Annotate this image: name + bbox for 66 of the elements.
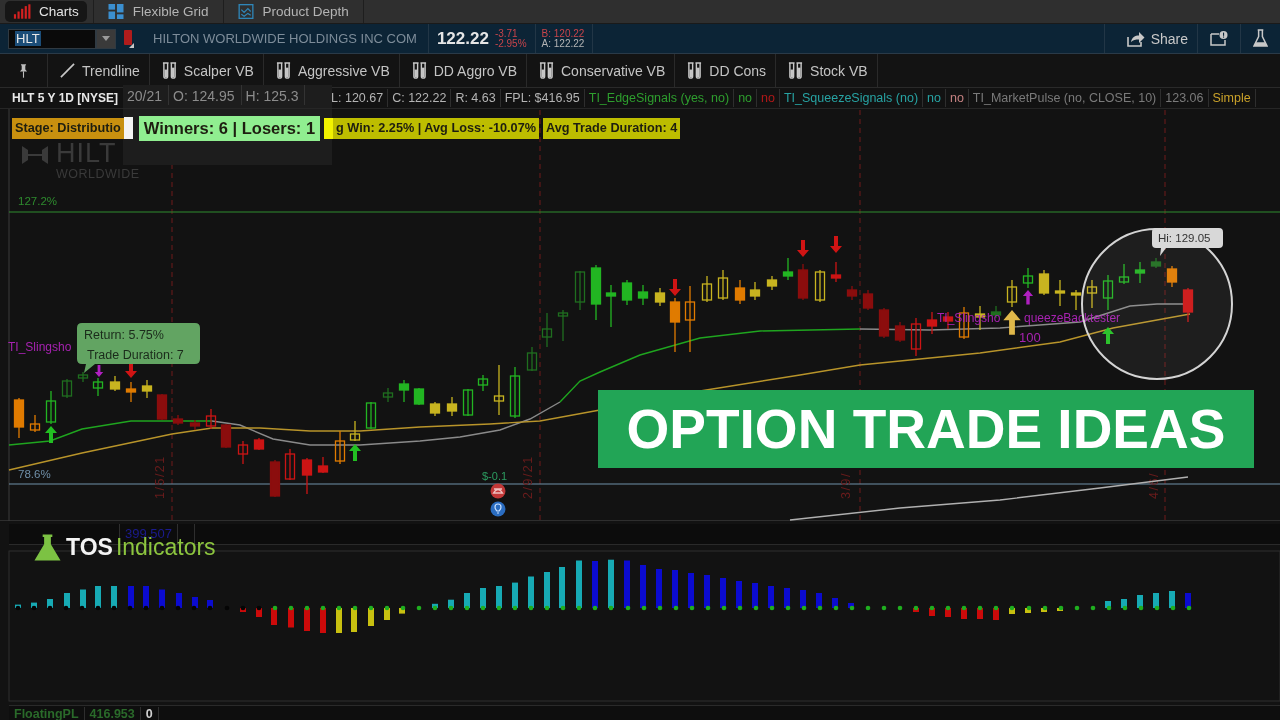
company-name: HILTON WORLDWIDE HOLDINGS INC COM <box>153 31 417 46</box>
study-value: Simple <box>1208 89 1256 107</box>
tab[interactable]: Flexible Grid <box>98 1 217 22</box>
test-tubes-icon <box>161 61 177 80</box>
bid-price: B: 120.22 <box>541 28 585 39</box>
flask-icon <box>1253 29 1268 48</box>
brand-name: TOS <box>66 534 113 561</box>
chart-title: HLT 5 Y 1D [NYSE] <box>11 90 120 107</box>
footer-value: 416.953 <box>84 707 141 720</box>
high-price-label: Hi: 129.05 <box>1152 228 1223 256</box>
study-button[interactable]: DD Aggro VB <box>399 54 527 87</box>
study-value: 123.06 <box>1161 89 1209 107</box>
company-mark-icon <box>20 144 50 166</box>
symbol-field[interactable]: HLT <box>8 28 96 49</box>
test-tubes-icon <box>687 61 703 80</box>
flask-icon <box>34 534 61 561</box>
grid-icon <box>106 4 125 19</box>
study-value: no <box>757 89 780 107</box>
study-value: no <box>923 89 946 107</box>
test-tubes-icon <box>411 61 427 80</box>
bar-chart-icon <box>13 4 31 19</box>
study-value: C: 122.22 <box>388 89 452 107</box>
ask-price: A: 122.22 <box>541 38 585 49</box>
line-icon <box>60 63 75 78</box>
study-label-tag: Avg Trade Duration: 4 <box>543 117 681 139</box>
dropdown-button[interactable] <box>96 28 116 49</box>
share-icon <box>1126 30 1145 47</box>
level-label: 127.2% <box>18 195 57 207</box>
tab[interactable]: Charts <box>5 1 87 22</box>
depth-chart-icon <box>236 4 255 19</box>
popup-value: H: 125.3 <box>241 85 306 105</box>
popup-value: 20/21 <box>123 85 170 105</box>
study-label-tag: g Win: 2.25% | Avg Loss: -10.07% <box>333 117 539 139</box>
study-value: no <box>945 89 969 107</box>
study-label-tag: Winners: 6 | Losers: 1 <box>138 115 321 141</box>
study-value: R: 4.63 <box>451 89 501 107</box>
test-tubes-icon <box>539 61 554 80</box>
study-label-tag: Stage: Distributio <box>12 117 124 139</box>
caret-icon <box>102 36 110 41</box>
study-value: TI_SqueezeSignals (no) <box>779 89 924 107</box>
percent-change: -2.95% <box>494 38 527 49</box>
lightbulb-icon <box>490 501 506 517</box>
popup-value: O: 124.95 <box>169 85 242 105</box>
study-button[interactable]: DD Cons <box>675 54 777 87</box>
pin-icon <box>19 63 28 78</box>
study-button[interactable]: Stock VB <box>776 54 878 87</box>
down-arrow-icon <box>797 240 809 257</box>
label-marker <box>324 117 334 139</box>
study-value: no <box>734 89 758 107</box>
study-button[interactable]: Conservative VB <box>527 54 676 87</box>
study-value: TI_MarketPulse (no, CLOSE, 10) <box>968 89 1162 107</box>
share-button[interactable]: Share <box>1104 24 1197 53</box>
study-value: FPL: $416.95 <box>500 89 585 107</box>
footer-value: 0 <box>140 707 159 720</box>
test-tubes-icon <box>788 61 804 80</box>
study-value: L: 120.67 <box>327 89 389 107</box>
test-tubes-icon <box>275 61 291 80</box>
down-arrow-icon <box>830 236 842 253</box>
tag-icon <box>124 29 134 48</box>
footer-value: FloatingPL <box>9 707 85 720</box>
last-price: 122.22 <box>436 28 489 49</box>
tab[interactable]: Product Depth <box>228 1 357 22</box>
message-alert-icon <box>1210 31 1228 46</box>
price-change: -3.71 <box>494 28 519 39</box>
study-value: TI_EdgeSignals (yes, no) <box>584 89 735 107</box>
label-marker <box>123 117 133 139</box>
